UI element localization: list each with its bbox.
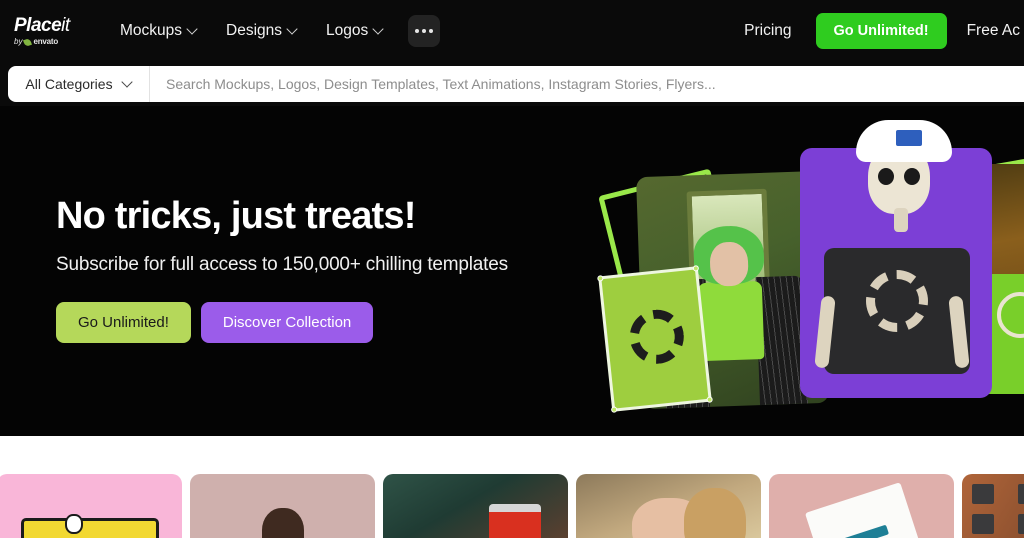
hero-copy: No tricks, just treats! Subscribe for fu… — [56, 195, 616, 343]
cap-logo-graphic — [896, 130, 922, 146]
chevron-down-icon — [123, 78, 132, 87]
skull-icon — [65, 514, 83, 534]
hero-banner: No tricks, just treats! Subscribe for fu… — [0, 106, 1024, 436]
thumbnail-card[interactable] — [962, 474, 1024, 538]
logo-byline: by envato — [14, 37, 84, 47]
skeleton-graphic — [850, 116, 960, 296]
green-tshirt-graphic — [697, 280, 765, 362]
primary-nav-items: Mockups Designs Logos — [106, 14, 441, 48]
portrait-graphic — [262, 508, 304, 538]
snake-ring-design-icon — [627, 307, 687, 367]
drink-glass-graphic — [489, 504, 541, 538]
top-navigation-bar: Placeit by envato Mockups Designs Logos — [0, 0, 1024, 62]
thumbnail-card[interactable] — [576, 474, 761, 538]
ellipsis-icon — [429, 29, 434, 33]
logo-text-place: Place — [14, 15, 62, 36]
logo-wordmark: Placeit — [14, 16, 84, 35]
nav-item-label: Logos — [326, 22, 369, 39]
poster-pin-icon — [692, 265, 700, 272]
logo-envato-text: envato — [33, 37, 59, 46]
free-account-link[interactable]: Free Ac — [947, 14, 1024, 48]
poster-pin-icon — [610, 406, 618, 413]
nav-item-logos[interactable]: Logos — [312, 14, 397, 48]
template-thumbnail-strip — [0, 436, 1024, 538]
ellipsis-icon — [415, 29, 420, 33]
search-input[interactable] — [150, 66, 1024, 102]
envato-leaf-icon — [23, 37, 33, 47]
hair-graphic — [684, 488, 746, 538]
nav-item-designs[interactable]: Designs — [212, 14, 311, 48]
thumbnail-card[interactable] — [190, 474, 375, 538]
baseball-cap-graphic — [856, 120, 952, 162]
search-bar: All Categories — [8, 66, 1024, 102]
building-windows-graphic — [972, 484, 994, 504]
hero-title: No tricks, just treats! — [56, 195, 416, 237]
poster-pin-icon — [597, 275, 604, 282]
category-dropdown[interactable]: All Categories — [8, 66, 150, 102]
nav-item-mockups[interactable]: Mockups — [106, 14, 211, 48]
logo-by-text: by — [14, 37, 23, 46]
artwork-poster-spooking — [597, 265, 713, 413]
poster-art-graphic — [21, 518, 159, 538]
model-face-graphic — [709, 241, 749, 287]
hero-cta-group: Go Unlimited! Discover Collection — [56, 301, 616, 343]
chevron-down-icon — [188, 25, 197, 34]
placeit-logo[interactable]: Placeit by envato — [14, 11, 84, 51]
ellipsis-icon — [422, 29, 427, 33]
spine-graphic — [894, 208, 908, 232]
nav-item-label: Designs — [226, 22, 283, 39]
go-unlimited-button[interactable]: Go Unlimited! — [815, 13, 947, 49]
thumbnail-card[interactable] — [383, 474, 568, 538]
chevron-down-icon — [288, 25, 297, 34]
hero-artwork-collage — [597, 106, 1024, 436]
thumbnail-card[interactable] — [0, 474, 182, 538]
thumbnail-list — [0, 474, 1024, 538]
nav-item-label: Mockups — [120, 22, 183, 39]
flyer-graphic — [804, 482, 922, 538]
nav-item-pricing[interactable]: Pricing — [732, 14, 803, 48]
category-dropdown-label: All Categories — [25, 76, 113, 92]
logo-text-it: it — [61, 15, 70, 36]
hero-subtitle: Subscribe for full access to 150,000+ ch… — [56, 253, 508, 275]
placeit-homepage: Placeit by envato Mockups Designs Logos — [0, 0, 1024, 538]
hero-discover-collection-button[interactable]: Discover Collection — [200, 301, 374, 343]
thumbnail-card[interactable] — [769, 474, 954, 538]
secondary-nav-items: Pricing Go Unlimited! Free Ac — [732, 0, 1024, 62]
search-bar-region: All Categories — [0, 62, 1024, 106]
hero-go-unlimited-button[interactable]: Go Unlimited! — [56, 301, 191, 343]
chevron-down-icon — [374, 25, 383, 34]
more-menu-button[interactable] — [408, 15, 441, 47]
